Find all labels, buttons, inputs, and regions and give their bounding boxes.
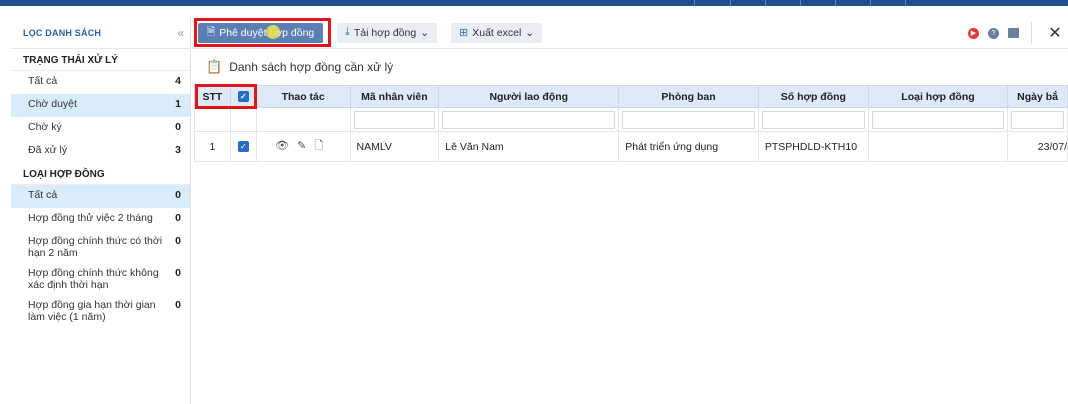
export-excel-button[interactable]: ⊞ Xuất excel ⌄	[451, 22, 543, 43]
col-select-all[interactable]: ✓	[229, 85, 257, 108]
col-start-date: Ngày bắ	[1007, 85, 1068, 108]
type-item-fixed-term[interactable]: Hợp đồng chính thức có thời hạn 2 năm 0	[11, 231, 190, 263]
mouse-cursor-highlight	[266, 24, 280, 39]
document-icon: 🗎	[206, 25, 216, 38]
eye-icon[interactable]: 👁	[275, 140, 289, 152]
chevron-down-icon: ⌄	[420, 26, 430, 39]
toolbar: 🗎 Phê duyệt hợp đồng ⤓ Tải hợp đồng ⌄ ⊞ …	[192, 17, 1068, 49]
cell-contract-type	[867, 131, 1009, 162]
cell-department: Phát triển ứng dụng	[618, 131, 759, 162]
type-item-extension[interactable]: Hợp đồng gia hạn thời gian làm việc (1 n…	[11, 295, 190, 327]
type-item-indefinite[interactable]: Hợp đồng chính thức không xác định thời …	[11, 263, 190, 295]
status-item-pending[interactable]: Chờ duyệt 1	[11, 94, 190, 117]
cell-stt: 1	[194, 131, 231, 162]
filter-department[interactable]	[622, 110, 755, 129]
status-item-processed[interactable]: Đã xử lý 3	[11, 140, 190, 163]
table-header-row: STT ✓ Thao tác Mã nhân viên Người lao độ…	[194, 85, 1068, 108]
filter-contract-no[interactable]	[761, 110, 865, 129]
help-icon[interactable]: ?	[988, 27, 999, 39]
col-employee-name: Người lao động	[438, 85, 620, 108]
toolbar-divider	[1031, 22, 1032, 44]
filter-row	[194, 107, 1068, 132]
top-banner	[0, 0, 1068, 6]
filter-sidebar: LỌC DANH SÁCH « TRẠNG THÁI XỬ LÝ Tất cả …	[11, 17, 191, 404]
excel-icon: ⊞	[459, 27, 469, 39]
list-title: 📋 Danh sách hợp đồng cần xử lý	[206, 59, 394, 74]
sidebar-title: LỌC DANH SÁCH	[23, 27, 102, 38]
select-all-checkbox[interactable]: ✓	[237, 91, 249, 103]
cell-employee-code: NAMLV	[349, 131, 440, 162]
feedback-icon[interactable]	[1008, 28, 1019, 38]
filter-start-date[interactable]	[1011, 110, 1064, 129]
download-icon: ⤓	[345, 26, 350, 38]
contracts-table: STT ✓ Thao tác Mã nhân viên Người lao độ…	[194, 85, 1068, 162]
col-department: Phòng ban	[618, 85, 759, 108]
download-contract-button[interactable]: ⤓ Tải hợp đồng ⌄	[337, 22, 438, 43]
clipboard-icon: 📋	[206, 59, 223, 74]
col-stt: STT	[194, 85, 231, 108]
status-item-waiting-sign[interactable]: Chờ ký 0	[11, 117, 190, 140]
chevron-down-icon: ⌄	[525, 26, 535, 39]
collapse-chevron-icon[interactable]: «	[177, 26, 184, 40]
status-section-title: TRẠNG THÁI XỬ LÝ	[11, 49, 190, 71]
filter-employee-name[interactable]	[442, 110, 616, 129]
row-checkbox[interactable]: ✓	[237, 141, 249, 153]
col-actions: Thao tác	[255, 85, 351, 108]
type-item-probation[interactable]: Hợp đồng thử việc 2 tháng 0	[11, 208, 190, 231]
record-icon[interactable]: ▶	[968, 27, 979, 39]
status-item-all[interactable]: Tất cả 4	[11, 71, 190, 94]
pencil-icon[interactable]: ✎	[297, 140, 306, 152]
sidebar-header: LỌC DANH SÁCH «	[11, 17, 190, 49]
cell-employee-name: Lê Văn Nam	[438, 131, 620, 162]
cell-start-date: 23/07/	[1007, 131, 1068, 162]
toolbar-right-tools: ▶ ? ✕	[968, 17, 1068, 49]
type-item-all[interactable]: Tất cả 0	[11, 185, 190, 208]
close-icon[interactable]: ✕	[1042, 23, 1068, 43]
filter-contract-type[interactable]	[871, 110, 1005, 129]
type-section-title: LOẠI HỢP ĐỒNG	[11, 163, 190, 185]
main-panel: 🗎 Phê duyệt hợp đồng ⤓ Tải hợp đồng ⌄ ⊞ …	[192, 17, 1068, 404]
table-row[interactable]: 1 ✓ 👁 ✎ 🗋 NAMLV Lê Văn Nam Phát triển ứng …	[194, 131, 1068, 162]
col-employee-code: Mã nhân viên	[349, 85, 440, 108]
cell-actions: 👁 ✎ 🗋	[255, 131, 351, 162]
col-contract-no: Số hợp đồng	[757, 85, 869, 108]
approve-contract-button[interactable]: 🗎 Phê duyệt hợp đồng	[198, 22, 323, 43]
file-icon[interactable]: 🗋	[314, 140, 323, 152]
cell-contract-no[interactable]: PTSPHDLD-KTH10	[757, 131, 869, 162]
col-contract-type: Loại hợp đồng	[867, 85, 1009, 108]
filter-employee-code[interactable]	[353, 110, 436, 129]
